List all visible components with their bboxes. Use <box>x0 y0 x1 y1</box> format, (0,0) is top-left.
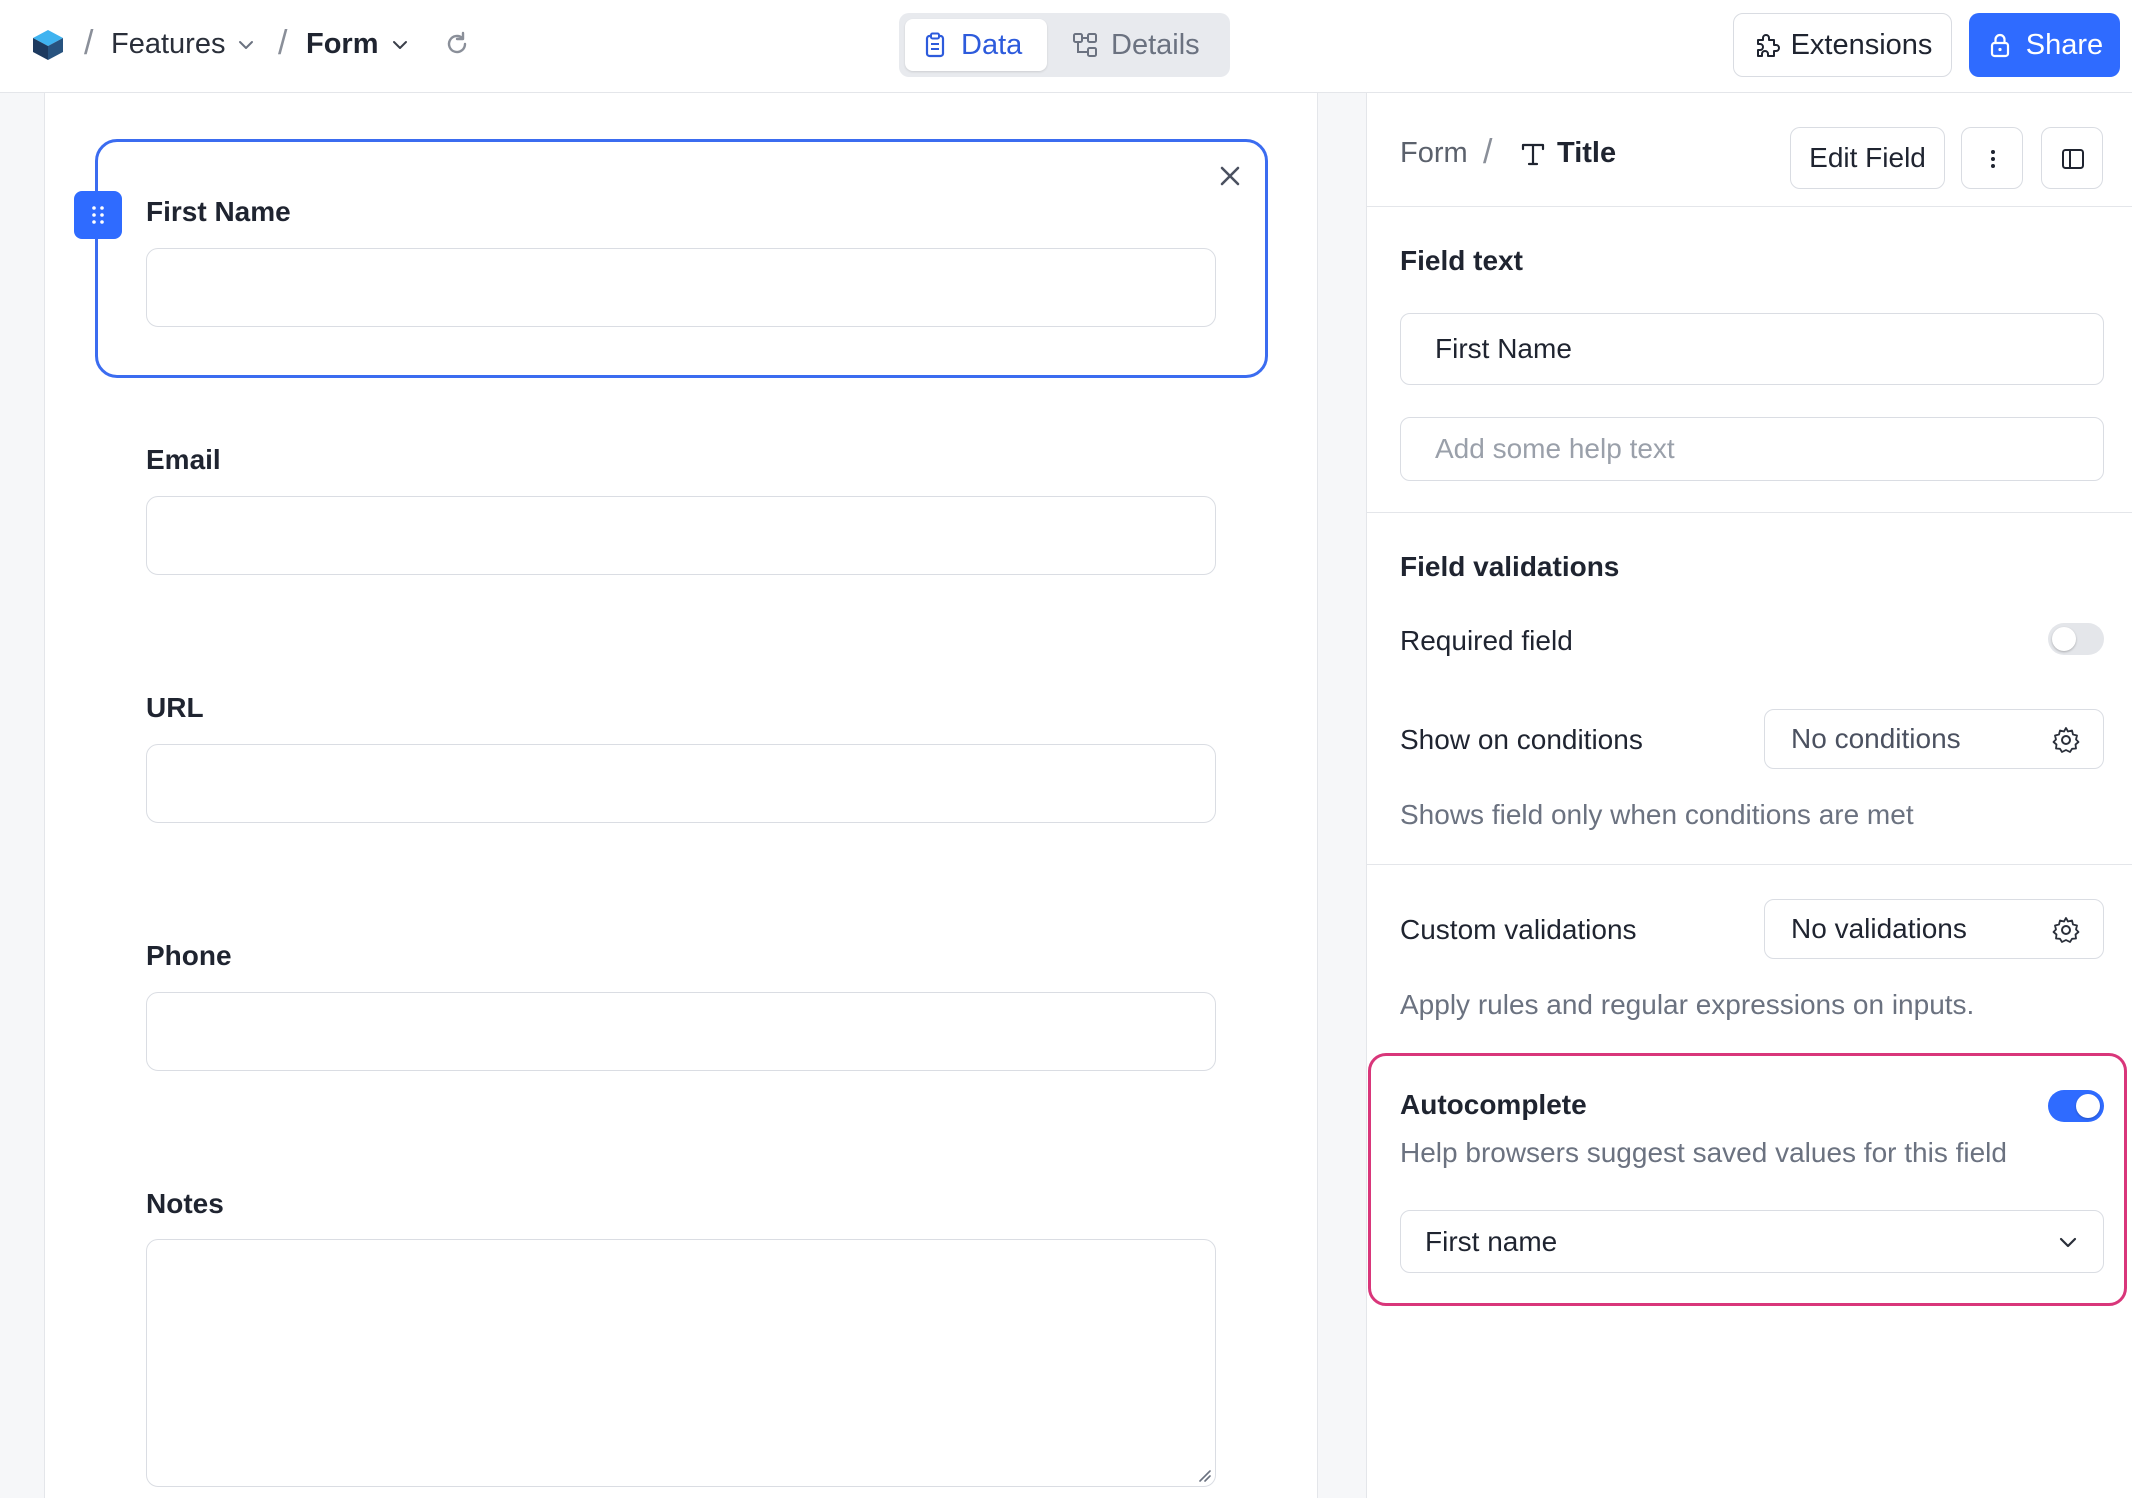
help-text-input[interactable]: Add some help text <box>1400 417 2104 481</box>
field-validations-heading: Field validations <box>1400 551 1620 582</box>
autocomplete-highlight <box>1368 1053 2127 1306</box>
left-gutter <box>0 93 45 1498</box>
view-switcher: Data Details <box>899 13 1230 77</box>
share-button[interactable]: Share <box>1969 13 2120 77</box>
show-on-conditions-helper: Shows field only when conditions are met <box>1400 799 1914 830</box>
required-field-label: Required field <box>1400 625 1573 656</box>
custom-validations-label: Custom validations <box>1400 914 1637 945</box>
gear-icon <box>2052 727 2080 753</box>
text-type-icon <box>1521 143 1545 165</box>
sidebar-icon <box>2062 149 2084 169</box>
edit-field-button[interactable]: Edit Field <box>1790 127 1945 189</box>
tab-details-label: Details <box>1111 28 1200 61</box>
resize-handle-icon[interactable] <box>1195 1466 1211 1482</box>
field-text-heading: Field text <box>1400 245 1523 276</box>
tab-details[interactable]: Details <box>1055 19 1225 71</box>
custom-validations-value: No validations <box>1791 913 1967 944</box>
show-on-conditions-label: Show on conditions <box>1400 724 1643 755</box>
show-on-conditions-button[interactable]: No conditions <box>1764 709 2104 769</box>
tab-data-label: Data <box>961 28 1023 61</box>
field-text-input[interactable]: First Name <box>1400 313 2104 385</box>
phone-input[interactable] <box>146 992 1216 1071</box>
drag-handle[interactable] <box>74 191 122 239</box>
toggle-knob <box>2052 627 2076 651</box>
breadcrumb-separator: / <box>84 24 94 62</box>
puzzle-icon <box>1756 34 1780 57</box>
extensions-button[interactable]: Extensions <box>1733 13 1952 77</box>
panel-field-type: Title <box>1519 137 1616 170</box>
email-input[interactable] <box>146 496 1216 575</box>
section-divider <box>1367 512 2132 513</box>
clipboard-icon <box>925 32 945 58</box>
breadcrumb-features[interactable]: Features <box>111 28 255 61</box>
close-icon[interactable] <box>1217 163 1243 189</box>
custom-validations-button[interactable]: No validations <box>1764 899 2104 959</box>
diagram-icon <box>1073 33 1097 57</box>
panel-breadcrumb-form[interactable]: Form <box>1400 137 1468 170</box>
panel-header: Form / Title Edit Field <box>1367 93 2132 207</box>
url-input[interactable] <box>146 744 1216 823</box>
notes-textarea[interactable] <box>146 1239 1216 1487</box>
section-divider <box>1367 864 2132 865</box>
field-label-phone: Phone <box>146 940 232 971</box>
breadcrumb-features-label: Features <box>111 28 226 60</box>
drag-dots-icon <box>92 206 104 224</box>
canvas-gutter <box>1317 93 1367 1498</box>
breadcrumb-separator: / <box>278 24 288 62</box>
top-bar: / Features / Form Data Details Extension… <box>0 0 2132 93</box>
gear-icon <box>2052 917 2080 943</box>
breadcrumb-form[interactable]: Form <box>306 28 409 61</box>
share-label: Share <box>2025 28 2104 61</box>
lock-icon <box>1990 33 2009 58</box>
more-options-button[interactable] <box>1961 127 2023 189</box>
field-label-url: URL <box>146 692 204 723</box>
chevron-down-icon <box>392 40 407 49</box>
panel-breadcrumb-separator: / <box>1483 133 1493 171</box>
required-field-toggle[interactable] <box>2048 623 2104 655</box>
show-on-conditions-value: No conditions <box>1791 723 1961 754</box>
chevron-down-icon <box>239 40 254 49</box>
refresh-icon[interactable] <box>443 30 471 58</box>
field-label-email: Email <box>146 444 221 475</box>
field-label-notes: Notes <box>146 1188 224 1219</box>
app-logo-icon[interactable] <box>31 28 65 62</box>
extensions-label: Extensions <box>1790 28 1933 61</box>
breadcrumb-form-label: Form <box>306 28 379 60</box>
field-label-first-name: First Name <box>146 196 291 227</box>
panel-field-type-label: Title <box>1557 137 1617 169</box>
more-vertical-icon <box>1991 150 1995 168</box>
tab-data[interactable]: Data <box>905 19 1047 71</box>
toggle-panel-button[interactable] <box>2041 127 2103 189</box>
first-name-input[interactable] <box>146 248 1216 327</box>
custom-validations-helper: Apply rules and regular expressions on i… <box>1400 989 1975 1020</box>
